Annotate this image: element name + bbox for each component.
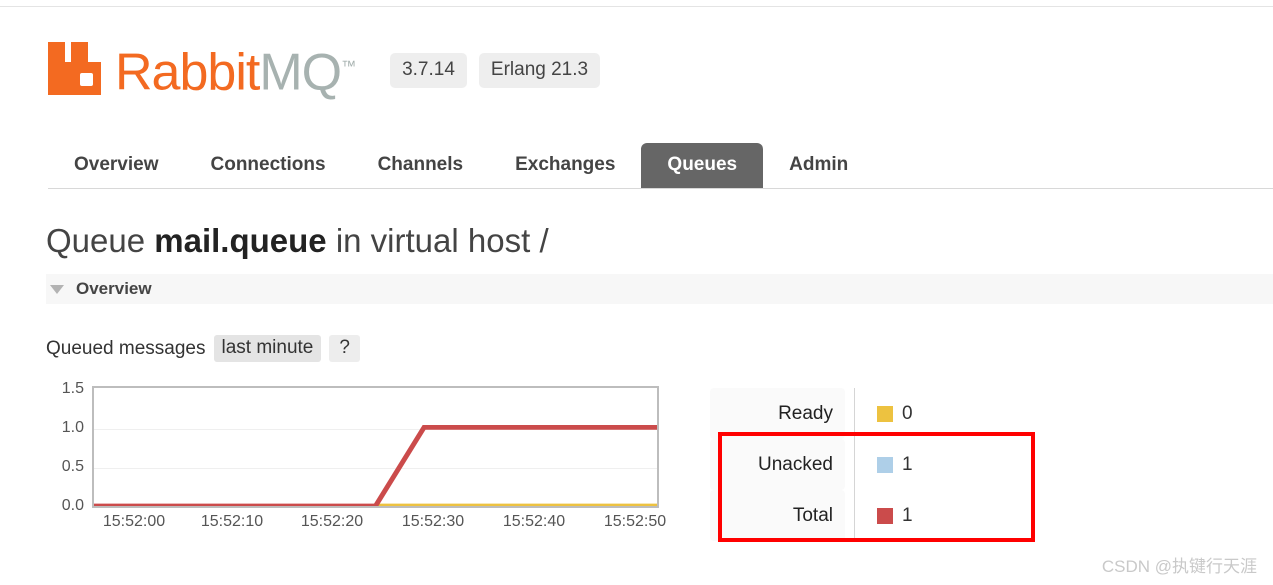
x-tick-4: 15:52:40 — [502, 513, 566, 530]
legend-value-total: 1 — [855, 490, 913, 541]
trademark-symbol: ™ — [341, 58, 357, 75]
badge-rabbitmq-version: 3.7.14 — [390, 53, 467, 89]
chart-y-axis: 1.5 1.0 0.5 0.0 — [46, 380, 84, 514]
app-header: RabbitMQ™ 3.7.14 Erlang 21.3 — [48, 38, 601, 98]
chart-series-svg — [94, 424, 657, 506]
tab-exchanges[interactable]: Exchanges — [489, 143, 641, 188]
y-tick-1-0: 1.0 — [61, 419, 84, 436]
version-badges: 3.7.14 Erlang 21.3 — [390, 53, 601, 95]
page-title-vhost: / — [539, 222, 549, 259]
page-title-suffix: in virtual host — [335, 222, 531, 259]
tab-channels[interactable]: Channels — [352, 143, 490, 188]
chart-plot-area — [92, 386, 659, 508]
badge-erlang-version: Erlang 21.3 — [478, 53, 601, 89]
main-navigation: Overview Connections Channels Exchanges … — [48, 143, 1273, 188]
nav-separator — [48, 188, 1273, 189]
tab-admin[interactable]: Admin — [763, 143, 874, 188]
overview-section-label: Overview — [76, 279, 152, 298]
tab-queues[interactable]: Queues — [641, 143, 764, 188]
legend-label-ready: Ready — [710, 388, 845, 439]
y-tick-0-0: 0.0 — [61, 497, 84, 514]
x-tick-1: 15:52:10 — [200, 513, 264, 530]
swatch-unacked — [877, 456, 893, 473]
swatch-total — [877, 507, 893, 524]
legend-row-ready: Ready 0 — [710, 388, 1040, 439]
queued-messages-chart: 1.5 1.0 0.5 0.0 15:52:00 15:52:10 15:52:… — [46, 380, 666, 543]
legend-value-unacked: 1 — [855, 439, 913, 490]
y-tick-1-5: 1.5 — [61, 380, 84, 397]
legend-count-unacked: 1 — [902, 453, 913, 475]
logo-text-rabbit: Rabbit — [115, 43, 260, 102]
queue-stats-legend: Ready 0 Unacked 1 Total 1 — [710, 388, 1040, 541]
series-line-total — [94, 424, 657, 506]
page-title: Queue mail.queue in virtual host / — [46, 222, 549, 260]
y-tick-0-5: 0.5 — [61, 458, 84, 475]
triangle-down-icon[interactable] — [50, 284, 64, 294]
tab-overview[interactable]: Overview — [48, 143, 185, 188]
x-tick-2: 15:52:20 — [300, 513, 364, 530]
rabbit-body — [48, 62, 101, 96]
x-tick-3: 15:52:30 — [401, 513, 465, 530]
tab-connections[interactable]: Connections — [185, 143, 352, 188]
logo-text-mq: MQ — [259, 43, 342, 102]
legend-value-ready: 0 — [855, 388, 913, 439]
rabbitmq-management-page: RabbitMQ™ 3.7.14 Erlang 21.3 Overview Co… — [0, 0, 1273, 585]
rabbit-eye — [80, 73, 93, 87]
chart-title-label: Queued messages — [46, 337, 206, 359]
page-title-prefix: Queue — [46, 222, 146, 259]
overview-section-header[interactable]: Overview — [46, 274, 1273, 304]
legend-label-unacked: Unacked — [710, 439, 845, 490]
x-tick-5: 15:52:50 — [603, 513, 667, 530]
watermark: CSDN @执键行天涯 — [1101, 557, 1257, 576]
time-range-chip[interactable]: last minute — [213, 335, 322, 362]
rabbit-head-icon — [48, 42, 110, 96]
rabbitmq-logo[interactable]: RabbitMQ™ — [48, 38, 356, 98]
page-title-queue-name: mail.queue — [154, 222, 327, 259]
legend-count-ready: 0 — [902, 402, 913, 424]
legend-count-total: 1 — [902, 504, 913, 526]
swatch-ready — [877, 405, 893, 422]
legend-label-total: Total — [710, 490, 845, 541]
logo-wordmark: RabbitMQ™ — [115, 41, 356, 98]
legend-row-unacked: Unacked 1 — [710, 439, 1040, 490]
top-border — [0, 6, 1273, 7]
x-tick-0: 15:52:00 — [102, 513, 166, 530]
chart-controls: Queued messages last minute ? — [46, 335, 360, 362]
legend-row-total: Total 1 — [710, 490, 1040, 541]
chart-x-axis: 15:52:00 15:52:10 15:52:20 15:52:30 15:5… — [92, 513, 666, 537]
help-icon[interactable]: ? — [329, 335, 360, 362]
